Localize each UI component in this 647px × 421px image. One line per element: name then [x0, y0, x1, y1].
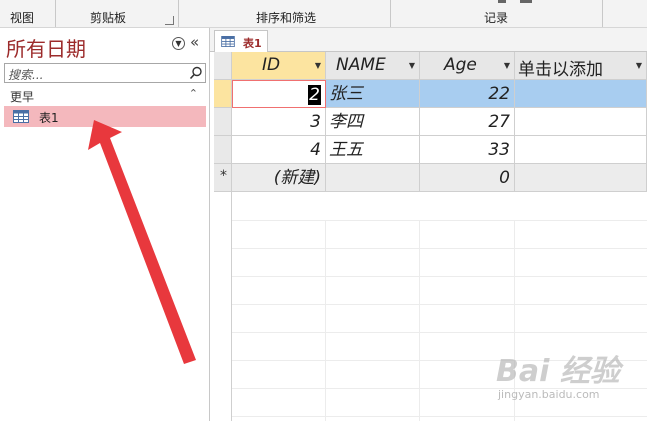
nav-group-header[interactable]: 更早 ⌃	[4, 87, 206, 104]
ribbon-control-stub	[520, 0, 532, 3]
nav-item-label: 表1	[39, 111, 59, 125]
cell-empty[interactable]	[515, 108, 647, 136]
search-icon[interactable]	[188, 65, 204, 81]
column-header-label: Age	[444, 55, 477, 75]
cell-age[interactable]: 33	[420, 136, 515, 164]
watermark-url: jingyan.baidu.com	[498, 388, 600, 401]
column-header-click-to-add[interactable]: 单击以添加 ▼	[515, 52, 647, 80]
ribbon-group-sort-filter[interactable]: 排序和筛选	[256, 0, 316, 27]
ribbon-separator	[55, 0, 56, 27]
cell-empty[interactable]	[515, 136, 647, 164]
baidu-watermark: Bai 经验 jingyan.baidu.com	[496, 346, 636, 406]
column-header-name[interactable]: NAME ▼	[326, 52, 420, 80]
chevron-up-icon[interactable]: ⌃	[189, 87, 198, 100]
dropdown-arrow-icon[interactable]: ▼	[636, 61, 642, 70]
search-placeholder: 搜索...	[8, 68, 44, 82]
column-header-label: ID	[262, 55, 281, 75]
dropdown-arrow-icon[interactable]: ▼	[504, 61, 510, 70]
cell-id-new[interactable]: (新建)	[232, 164, 326, 192]
ribbon-group-clipboard[interactable]: 剪贴板	[90, 0, 126, 27]
dropdown-arrow-icon[interactable]: ▼	[409, 61, 415, 70]
collapse-pane-icon[interactable]: «	[190, 33, 199, 51]
cell-id-value: 2	[308, 85, 321, 105]
watermark-logo-text: Bai 经验	[496, 354, 620, 389]
cell-name[interactable]: 李四	[326, 108, 420, 136]
ribbon-group-view[interactable]: 视图	[10, 0, 34, 27]
ribbon-separator	[602, 0, 603, 27]
nav-group-label: 更早	[10, 90, 35, 104]
record-selector[interactable]	[214, 108, 232, 136]
ribbon: 视图 剪贴板 排序和筛选 记录	[0, 0, 647, 28]
record-selector[interactable]	[214, 136, 232, 164]
table-icon	[221, 36, 235, 47]
nav-item-table1[interactable]: 表1	[4, 106, 206, 127]
cell-name[interactable]: 张三	[326, 80, 420, 108]
ribbon-separator	[178, 0, 179, 27]
cell-id[interactable]: 3	[232, 108, 326, 136]
nav-dropdown-icon[interactable]: ▼	[172, 37, 185, 50]
column-header-label: NAME	[336, 55, 386, 75]
cell-age[interactable]: 22	[420, 80, 515, 108]
new-record-marker: *	[220, 168, 227, 184]
document-tab-bar: 表1	[210, 28, 647, 52]
table-icon	[13, 110, 29, 123]
tab-table1[interactable]: 表1	[214, 30, 268, 52]
column-header-label: 单击以添加	[518, 60, 603, 80]
record-selector[interactable]	[214, 80, 232, 108]
dialog-launcher-icon[interactable]	[165, 16, 174, 25]
cell-age[interactable]: 27	[420, 108, 515, 136]
tab-label: 表1	[243, 37, 262, 50]
dropdown-arrow-icon[interactable]: ▼	[315, 61, 321, 70]
cell-empty[interactable]	[515, 164, 647, 192]
ribbon-group-records[interactable]: 记录	[484, 0, 508, 27]
cell-age-new[interactable]: 0	[420, 164, 515, 192]
select-all-corner[interactable]	[214, 52, 232, 80]
record-selector-new[interactable]: *	[214, 164, 232, 192]
cell-name[interactable]: 王五	[326, 136, 420, 164]
nav-pane-title[interactable]: 所有日期	[6, 33, 86, 62]
navigation-pane: 所有日期 ▼ « 搜索... 更早 ⌃ 表1	[0, 28, 210, 421]
cell-id[interactable]: 4	[232, 136, 326, 164]
cell-empty[interactable]	[515, 80, 647, 108]
column-header-id[interactable]: ID ▼	[232, 52, 326, 80]
nav-search-input[interactable]: 搜索...	[4, 63, 206, 83]
ribbon-separator	[390, 0, 391, 27]
cell-name-new[interactable]	[326, 164, 420, 192]
cell-id[interactable]: 2	[232, 80, 326, 108]
column-header-age[interactable]: Age ▼	[420, 52, 515, 80]
